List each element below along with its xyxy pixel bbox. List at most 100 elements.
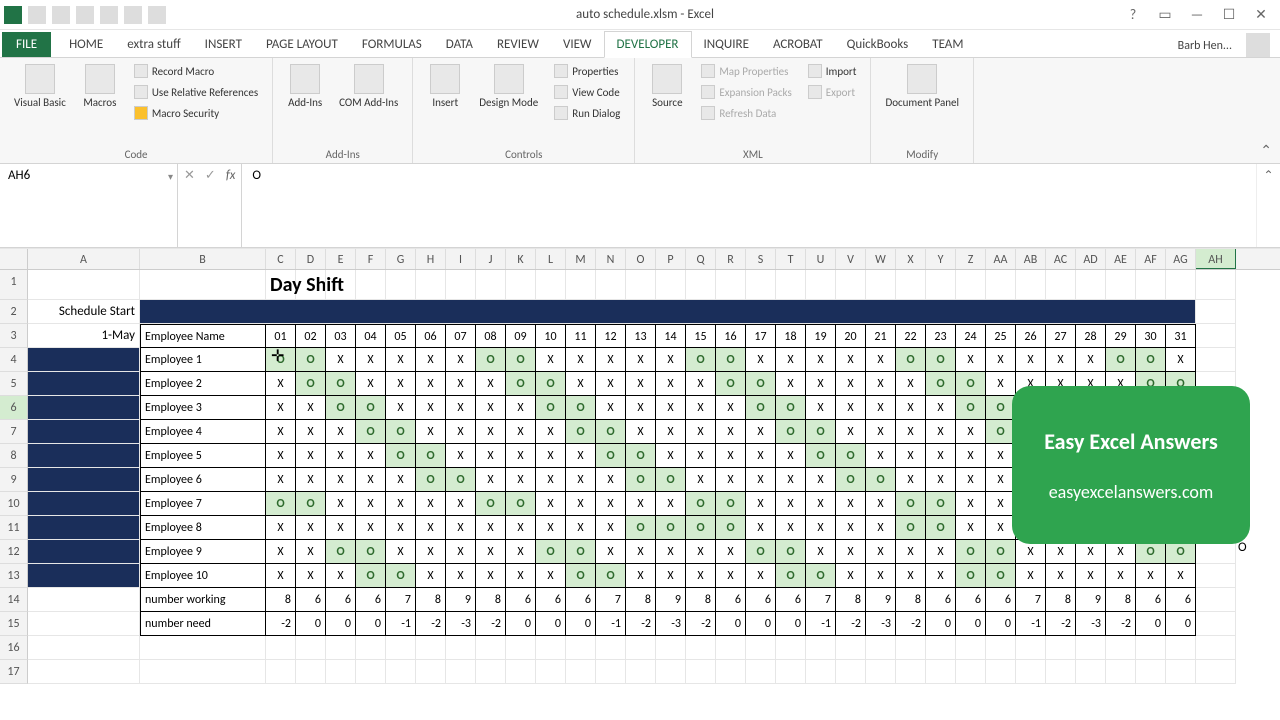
- column-header-R[interactable]: R: [716, 249, 746, 269]
- cell-employee-name-header[interactable]: Employee Name: [140, 324, 266, 348]
- cell-need-day5[interactable]: -1: [386, 612, 416, 636]
- cell-emp6-day24[interactable]: X: [956, 468, 986, 492]
- cell-emp4-day3[interactable]: X: [326, 420, 356, 444]
- cell-AH2[interactable]: [1196, 300, 1236, 324]
- cell-Z16[interactable]: [956, 636, 986, 660]
- cell-emp10-day27[interactable]: X: [1046, 564, 1076, 588]
- cell-emp10-day23[interactable]: X: [926, 564, 956, 588]
- cell-B1[interactable]: [140, 270, 266, 300]
- cell-need-day10[interactable]: 0: [536, 612, 566, 636]
- cell-emp5-day7[interactable]: X: [446, 444, 476, 468]
- cell-day-label-01[interactable]: 01: [266, 324, 296, 348]
- column-header-AH[interactable]: AH: [1196, 249, 1236, 269]
- cell-emp5-day21[interactable]: X: [866, 444, 896, 468]
- cell-emp7-day5[interactable]: X: [386, 492, 416, 516]
- cell-emp6-day16[interactable]: X: [716, 468, 746, 492]
- qat-icon-1[interactable]: [100, 6, 118, 24]
- row-header-6[interactable]: 6: [0, 396, 28, 420]
- avatar[interactable]: [1246, 33, 1270, 57]
- cell-emp6-day11[interactable]: X: [566, 468, 596, 492]
- cell-Y1[interactable]: [926, 270, 956, 300]
- cell-emp9-day23[interactable]: X: [926, 540, 956, 564]
- column-header-E[interactable]: E: [326, 249, 356, 269]
- cell-emp10-day3[interactable]: X: [326, 564, 356, 588]
- ribbon-tab-view[interactable]: VIEW: [551, 32, 604, 57]
- cell-J17[interactable]: [476, 660, 506, 684]
- cell-emp10-day4[interactable]: O: [356, 564, 386, 588]
- cell-working-day14[interactable]: 9: [656, 588, 686, 612]
- cell-emp3-day7[interactable]: X: [446, 396, 476, 420]
- cell-day-shift-title[interactable]: Day Shift: [266, 270, 296, 300]
- save-icon[interactable]: [28, 6, 46, 24]
- cell-need-day22[interactable]: -2: [896, 612, 926, 636]
- cell-L16[interactable]: [536, 636, 566, 660]
- cell-employee-8-name[interactable]: Employee 8: [140, 516, 266, 540]
- cell-day-label-04[interactable]: 04: [356, 324, 386, 348]
- cell-employee-2-name[interactable]: Employee 2: [140, 372, 266, 396]
- cell-emp8-day18[interactable]: X: [776, 516, 806, 540]
- cell-emp4-day19[interactable]: O: [806, 420, 836, 444]
- user-name[interactable]: Barb Hen...: [1170, 35, 1240, 57]
- cell-N16[interactable]: [596, 636, 626, 660]
- cell-emp2-day23[interactable]: O: [926, 372, 956, 396]
- column-header-AB[interactable]: AB: [1016, 249, 1046, 269]
- cell-Z1[interactable]: [956, 270, 986, 300]
- cell-emp2-day12[interactable]: X: [596, 372, 626, 396]
- cell-employee-1-name[interactable]: Employee 1: [140, 348, 266, 372]
- cell-emp4-day20[interactable]: X: [836, 420, 866, 444]
- cell-day-label-20[interactable]: 20: [836, 324, 866, 348]
- cell-C16[interactable]: [266, 636, 296, 660]
- cell-emp9-day12[interactable]: X: [596, 540, 626, 564]
- cell-need-day28[interactable]: -3: [1076, 612, 1106, 636]
- cell-emp8-day13[interactable]: O: [626, 516, 656, 540]
- cell-emp5-day1[interactable]: X: [266, 444, 296, 468]
- cell-emp4-day4[interactable]: O: [356, 420, 386, 444]
- cell-emp2-day10[interactable]: O: [536, 372, 566, 396]
- run-dialog-button[interactable]: Run Dialog: [550, 104, 624, 122]
- cell-emp9-day8[interactable]: X: [476, 540, 506, 564]
- cell-AC1[interactable]: [1046, 270, 1076, 300]
- cell-emp9-day20[interactable]: X: [836, 540, 866, 564]
- cell-day-label-15[interactable]: 15: [686, 324, 716, 348]
- cell-emp10-day25[interactable]: O: [986, 564, 1016, 588]
- cell-need-day2[interactable]: 0: [296, 612, 326, 636]
- cell-emp6-day8[interactable]: X: [476, 468, 506, 492]
- cell-emp7-day11[interactable]: X: [566, 492, 596, 516]
- visual-basic-button[interactable]: Visual Basic: [10, 62, 70, 111]
- cell-emp2-day14[interactable]: X: [656, 372, 686, 396]
- cell-emp6-day5[interactable]: X: [386, 468, 416, 492]
- cell-emp4-day15[interactable]: X: [686, 420, 716, 444]
- cell-emp6-day15[interactable]: X: [686, 468, 716, 492]
- cell-day-label-03[interactable]: 03: [326, 324, 356, 348]
- cell-emp3-day14[interactable]: X: [656, 396, 686, 420]
- cell-need-day29[interactable]: -2: [1106, 612, 1136, 636]
- ribbon-tab-insert[interactable]: INSERT: [193, 32, 254, 57]
- cell-emp7-day22[interactable]: O: [896, 492, 926, 516]
- cell-emp4-day14[interactable]: X: [656, 420, 686, 444]
- use-relative-refs-button[interactable]: Use Relative References: [130, 83, 262, 101]
- cell-emp9-day9[interactable]: X: [506, 540, 536, 564]
- ribbon-tab-home[interactable]: HOME: [57, 32, 115, 57]
- cell-day-label-30[interactable]: 30: [1136, 324, 1166, 348]
- cell-emp3-day21[interactable]: X: [866, 396, 896, 420]
- column-header-AD[interactable]: AD: [1076, 249, 1106, 269]
- cell-emp10-day14[interactable]: X: [656, 564, 686, 588]
- formula-input[interactable]: [252, 168, 1246, 183]
- cell-day-label-05[interactable]: 05: [386, 324, 416, 348]
- cell-emp4-day1[interactable]: X: [266, 420, 296, 444]
- cell-emp6-day23[interactable]: X: [926, 468, 956, 492]
- cell-emp4-day17[interactable]: X: [746, 420, 776, 444]
- cell-emp3-day18[interactable]: O: [776, 396, 806, 420]
- cell-emp3-day13[interactable]: X: [626, 396, 656, 420]
- cell-day-label-14[interactable]: 14: [656, 324, 686, 348]
- cell-day-label-19[interactable]: 19: [806, 324, 836, 348]
- column-header-J[interactable]: J: [476, 249, 506, 269]
- cell-day-label-16[interactable]: 16: [716, 324, 746, 348]
- cell-emp5-day13[interactable]: O: [626, 444, 656, 468]
- cell-P16[interactable]: [656, 636, 686, 660]
- cell-emp8-day6[interactable]: X: [416, 516, 446, 540]
- cell-employee-6-name[interactable]: Employee 6: [140, 468, 266, 492]
- enter-icon[interactable]: ✓: [205, 168, 216, 183]
- cell-D1[interactable]: [296, 270, 326, 300]
- cell-working-day24[interactable]: 6: [956, 588, 986, 612]
